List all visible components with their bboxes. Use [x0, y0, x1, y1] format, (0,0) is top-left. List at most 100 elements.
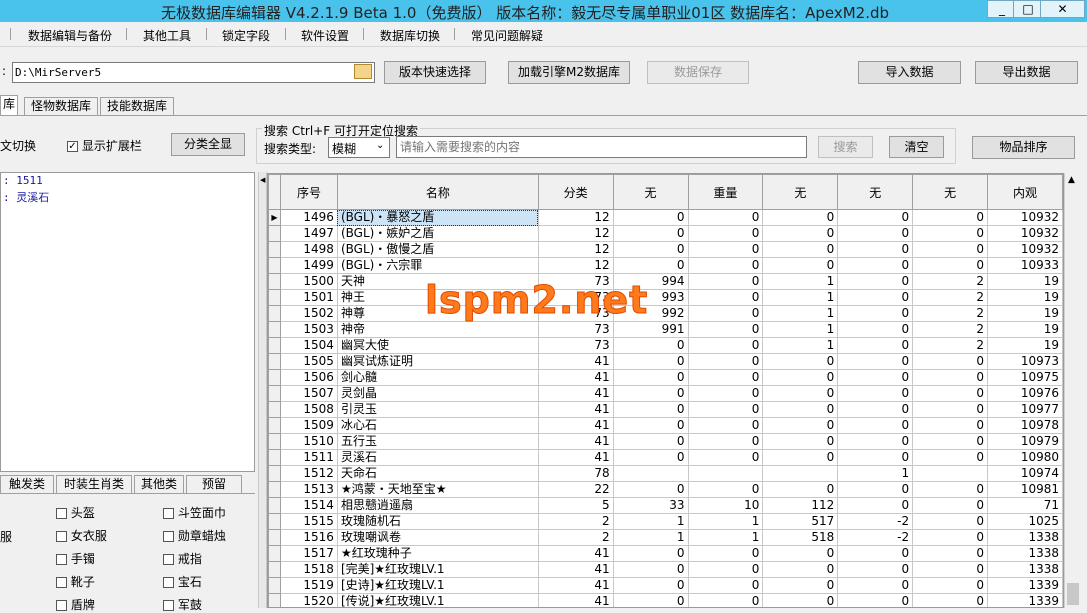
search-button[interactable]: 搜索	[818, 136, 873, 158]
table-cell[interactable]: 2	[912, 289, 988, 306]
table-cell[interactable]: 1	[762, 289, 839, 306]
table-cell[interactable]: 2	[912, 273, 988, 290]
table-row[interactable]: 1499 (BGL)・六宗罪 12 0 0 0 0 0 10933	[268, 257, 1063, 274]
table-cell[interactable]: 0	[762, 241, 839, 258]
table-cell[interactable]: 冰心石	[336, 417, 539, 434]
table-cell[interactable]: 引灵玉	[336, 401, 539, 418]
table-cell[interactable]: 0	[687, 385, 764, 402]
table-cell[interactable]: 0	[837, 401, 914, 418]
check-bracelet[interactable]: 手镯	[56, 550, 95, 567]
table-cell[interactable]: 12	[537, 209, 614, 226]
table-cell[interactable]: 0	[762, 353, 839, 370]
row-indicator[interactable]	[268, 433, 281, 450]
table-cell[interactable]: 1514	[279, 497, 338, 514]
table-cell[interactable]: 0	[612, 337, 689, 354]
table-cell[interactable]: 0	[687, 225, 764, 242]
table-cell[interactable]: 1	[687, 513, 764, 530]
table-cell[interactable]: [史诗]★红玫瑰LV.1	[336, 577, 539, 594]
folder-icon[interactable]	[354, 64, 372, 79]
table-cell[interactable]: 1	[687, 529, 764, 546]
column-header[interactable]: 无	[837, 174, 914, 210]
table-cell[interactable]: 10981	[987, 481, 1063, 498]
table-cell[interactable]: 1496	[279, 209, 338, 226]
table-cell[interactable]: [传说]★红玫瑰LV.1	[336, 593, 539, 607]
table-cell[interactable]: 0	[762, 545, 839, 562]
table-cell[interactable]: 41	[537, 593, 614, 607]
table-row[interactable]: 1508 引灵玉 41 0 0 0 0 0 10977	[268, 401, 1063, 418]
row-indicator[interactable]	[268, 577, 281, 594]
table-cell[interactable]: 0	[837, 497, 914, 514]
table-cell[interactable]: -2	[837, 529, 914, 546]
table-cell[interactable]: 10976	[987, 385, 1063, 402]
table-cell[interactable]: 0	[762, 593, 839, 607]
table-cell[interactable]: 41	[537, 433, 614, 450]
table-cell[interactable]: 1502	[279, 305, 338, 322]
column-header[interactable]: 内观	[987, 174, 1063, 210]
table-cell[interactable]: 0	[837, 369, 914, 386]
table-cell[interactable]: 0	[837, 353, 914, 370]
table-cell[interactable]: 0	[837, 385, 914, 402]
table-cell[interactable]: 10980	[987, 449, 1063, 466]
table-cell[interactable]: 0	[837, 593, 914, 607]
table-cell[interactable]: 1	[762, 273, 839, 290]
table-cell[interactable]: 剑心髓	[336, 369, 539, 386]
table-cell[interactable]: 0	[837, 209, 914, 226]
row-indicator[interactable]	[268, 593, 281, 607]
table-cell[interactable]: 0	[912, 433, 988, 450]
row-indicator[interactable]	[268, 449, 281, 466]
row-indicator[interactable]	[268, 241, 281, 258]
table-cell[interactable]: 0	[837, 257, 914, 274]
close-button[interactable]: ✕	[1040, 0, 1085, 18]
table-cell[interactable]: 0	[762, 225, 839, 242]
column-header[interactable]: 重量	[687, 174, 764, 210]
table-cell[interactable]: 33	[612, 497, 689, 514]
table-cell[interactable]: 2	[537, 529, 614, 546]
item-data-grid[interactable]: 序号 名称 分类 无 重量 无 无 无 内观 ▶ 1496 (BGL)・暴怒之盾 12…	[267, 173, 1064, 608]
table-cell[interactable]: 0	[912, 593, 988, 607]
table-cell[interactable]: 0	[612, 257, 689, 274]
row-indicator[interactable]	[268, 385, 281, 402]
menu-faq[interactable]: 常见问题解疑	[471, 27, 543, 44]
table-cell[interactable]: 0	[687, 273, 764, 290]
table-cell[interactable]: 0	[912, 481, 988, 498]
row-indicator[interactable]	[268, 529, 281, 546]
table-cell[interactable]: 幽冥大使	[336, 337, 539, 354]
row-indicator[interactable]	[268, 257, 281, 274]
table-cell[interactable]: 10932	[987, 225, 1063, 242]
table-cell[interactable]: 19	[987, 321, 1063, 338]
table-cell[interactable]: 0	[687, 401, 764, 418]
table-cell[interactable]: 10978	[987, 417, 1063, 434]
table-cell[interactable]: 天命石	[336, 465, 539, 482]
table-cell[interactable]: 五行玉	[336, 433, 539, 450]
table-cell[interactable]: 1519	[279, 577, 338, 594]
table-cell[interactable]: 0	[687, 577, 764, 594]
table-cell[interactable]: 518	[762, 529, 839, 546]
row-indicator[interactable]: ▶	[268, 209, 281, 226]
row-indicator[interactable]	[268, 369, 281, 386]
table-cell[interactable]: 0	[762, 449, 839, 466]
table-cell[interactable]: 神帝	[336, 321, 539, 338]
table-cell[interactable]: 0	[912, 241, 988, 258]
table-cell[interactable]: 1339	[987, 577, 1063, 594]
table-cell[interactable]: 1516	[279, 529, 338, 546]
table-cell[interactable]: 0	[912, 497, 988, 514]
table-cell[interactable]: 0	[912, 577, 988, 594]
table-cell[interactable]: 19	[987, 289, 1063, 306]
table-cell[interactable]: 0	[687, 289, 764, 306]
table-cell[interactable]: 0	[687, 209, 764, 226]
table-cell[interactable]: 0	[687, 353, 764, 370]
table-cell[interactable]: 0	[612, 385, 689, 402]
table-cell[interactable]: 41	[537, 353, 614, 370]
load-db-button[interactable]: 加载引擎M2数据库	[508, 61, 630, 84]
menu-data-edit-backup[interactable]: 数据编辑与备份	[28, 27, 112, 44]
table-cell[interactable]: 0	[762, 257, 839, 274]
table-cell[interactable]: 0	[912, 513, 988, 530]
table-cell[interactable]: ★红玫瑰种子	[336, 545, 539, 562]
table-cell[interactable]: 1338	[987, 545, 1063, 562]
table-cell[interactable]: 0	[762, 561, 839, 578]
table-cell[interactable]: 1517	[279, 545, 338, 562]
table-cell[interactable]: -2	[837, 513, 914, 530]
table-cell[interactable]: 1499	[279, 257, 338, 274]
table-row[interactable]: 1504 幽冥大使 73 0 0 1 0 2 19	[268, 337, 1063, 354]
table-row[interactable]: 1520 [传说]★红玫瑰LV.1 41 0 0 0 0 0 1339	[268, 593, 1063, 607]
